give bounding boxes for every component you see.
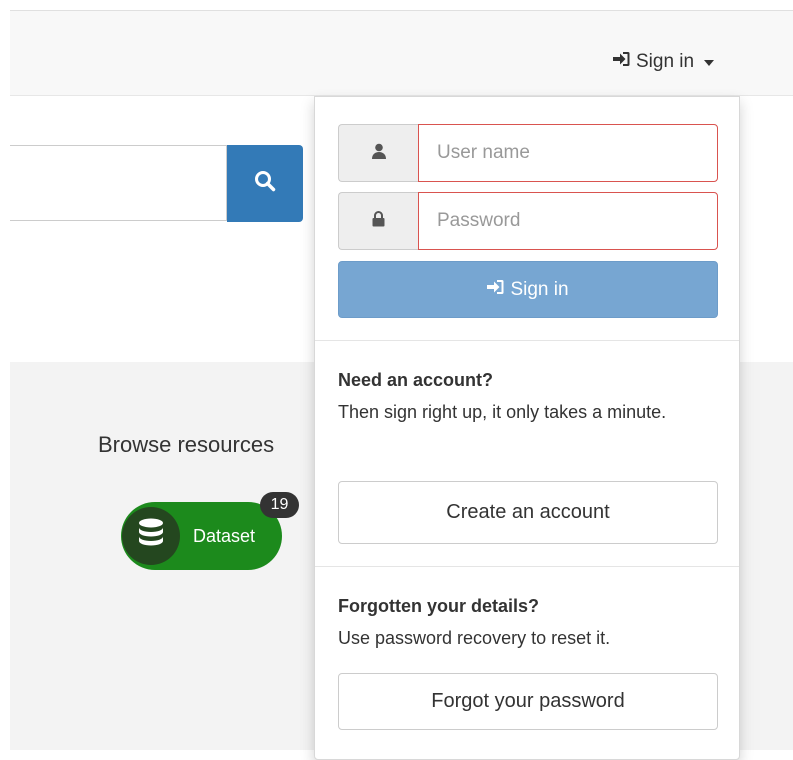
signin-toggle-label: Sign in: [636, 51, 695, 72]
account-text: Then sign right up, it only takes a minu…: [338, 402, 667, 422]
password-group: [338, 192, 718, 250]
create-account-button[interactable]: Create an account: [338, 481, 718, 544]
browse-title: Browse resources: [98, 432, 275, 457]
password-addon: [338, 192, 418, 250]
dataset-link[interactable]: Dataset: [121, 502, 282, 570]
dataset-label: Dataset: [193, 525, 256, 546]
sign-in-icon: [613, 51, 630, 73]
username-addon: [338, 124, 418, 182]
username-group: [338, 124, 718, 182]
recovery-heading: Forgotten your details?: [338, 596, 540, 616]
divider: [315, 566, 739, 567]
database-icon: [137, 518, 165, 554]
lock-icon: [372, 210, 385, 232]
signin-submit-label: Sign in: [510, 278, 569, 300]
account-heading: Need an account?: [338, 370, 494, 390]
search-icon: [254, 170, 276, 197]
signin-dropdown-menu: Sign in Need an account? Then sign right…: [314, 96, 740, 760]
search-input[interactable]: [10, 145, 227, 221]
signin-dropdown-toggle[interactable]: Sign in: [613, 51, 715, 73]
top-navbar: Sign in: [10, 10, 793, 96]
dataset-icon-circle: [122, 507, 180, 565]
signin-submit-button[interactable]: Sign in: [338, 261, 718, 318]
sign-in-icon: [487, 279, 504, 301]
username-input[interactable]: [418, 124, 718, 182]
divider: [315, 340, 739, 341]
dataset-count-badge: 19: [260, 492, 299, 518]
user-icon: [371, 143, 386, 164]
password-input[interactable]: [418, 192, 718, 250]
forgot-password-button[interactable]: Forgot your password: [338, 673, 718, 730]
recovery-text: Use password recovery to reset it.: [338, 628, 611, 648]
search-button[interactable]: [227, 145, 303, 222]
caret-down-icon: [704, 60, 715, 66]
